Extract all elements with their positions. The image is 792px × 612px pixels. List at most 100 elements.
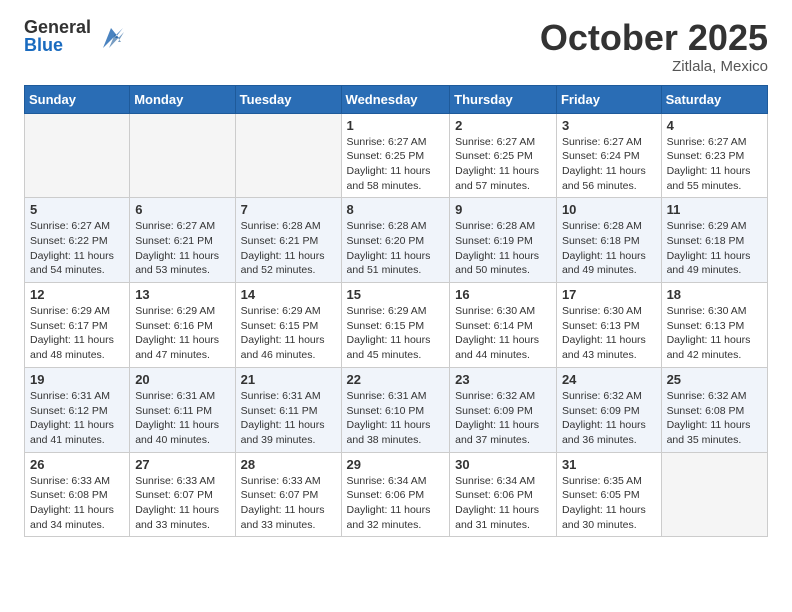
day-cell: 24Sunrise: 6:32 AM Sunset: 6:09 PM Dayli… xyxy=(556,367,661,452)
day-number: 11 xyxy=(667,202,762,217)
day-number: 21 xyxy=(241,372,336,387)
day-info: Sunrise: 6:32 AM Sunset: 6:09 PM Dayligh… xyxy=(455,389,551,448)
header: General Blue October 2025 Zitlala, Mexic… xyxy=(24,18,768,75)
day-cell: 18 Sunrise: 6:30 AM Sunset: 6:13 PM Dayli… xyxy=(661,283,767,368)
day-number: 5 xyxy=(30,202,124,217)
location: Zitlala, Mexico xyxy=(540,58,768,75)
day-number: 16 xyxy=(455,287,551,302)
calendar: SundayMondayTuesdayWednesdayThursdayFrid… xyxy=(24,85,768,538)
day-number: 12 xyxy=(30,287,124,302)
day-cell: 12Sunrise: 6:29 AM Sunset: 6:17 PM Dayli… xyxy=(25,283,130,368)
day-cell: 6Sunrise: 6:27 AM Sunset: 6:21 PM Daylig… xyxy=(130,198,235,283)
day-cell xyxy=(661,452,767,537)
logo-icon xyxy=(95,20,127,52)
day-cell: 15 Sunrise: 6:29 AM Sunset: 6:15 PM Dayli… xyxy=(341,283,450,368)
day-info: Sunrise: 6:29 AM Sunset: 6:16 PM Dayligh… xyxy=(135,304,229,363)
day-number: 29 xyxy=(347,457,445,472)
day-info: Sunrise: 6:29 AM Sunset: 6:18 PM Dayligh… xyxy=(667,219,762,278)
header-row: SundayMondayTuesdayWednesdayThursdayFrid… xyxy=(25,85,768,113)
week-row-4: 26 Sunrise: 6:33 AM Sunset: 6:08 PM Dayli… xyxy=(25,452,768,537)
day-cell: 19 Sunrise: 6:31 AM Sunset: 6:12 PM Dayli… xyxy=(25,367,130,452)
day-cell: 26 Sunrise: 6:33 AM Sunset: 6:08 PM Dayli… xyxy=(25,452,130,537)
day-number: 3 xyxy=(562,118,656,133)
logo: General Blue xyxy=(24,18,127,54)
day-cell xyxy=(130,113,235,198)
day-info: Sunrise: 6:30 AM Sunset: 6:13 PM Dayligh… xyxy=(562,304,656,363)
logo-text: General Blue xyxy=(24,18,91,54)
week-row-0: 1Sunrise: 6:27 AM Sunset: 6:25 PM Daylig… xyxy=(25,113,768,198)
day-info: Sunrise: 6:33 AM Sunset: 6:07 PM Dayligh… xyxy=(135,474,229,533)
day-info: Sunrise: 6:29 AM Sunset: 6:15 PM Dayligh… xyxy=(347,304,445,363)
day-header-saturday: Saturday xyxy=(661,85,767,113)
day-number: 17 xyxy=(562,287,656,302)
day-info: Sunrise: 6:27 AM Sunset: 6:22 PM Dayligh… xyxy=(30,219,124,278)
day-number: 26 xyxy=(30,457,124,472)
day-info: Sunrise: 6:33 AM Sunset: 6:08 PM Dayligh… xyxy=(30,474,124,533)
day-cell: 27 Sunrise: 6:33 AM Sunset: 6:07 PM Dayli… xyxy=(130,452,235,537)
day-cell: 9 Sunrise: 6:28 AM Sunset: 6:19 PM Daylig… xyxy=(450,198,557,283)
day-cell xyxy=(25,113,130,198)
week-row-2: 12Sunrise: 6:29 AM Sunset: 6:17 PM Dayli… xyxy=(25,283,768,368)
day-info: Sunrise: 6:35 AM Sunset: 6:05 PM Dayligh… xyxy=(562,474,656,533)
day-cell: 5 Sunrise: 6:27 AM Sunset: 6:22 PM Daylig… xyxy=(25,198,130,283)
day-cell: 13Sunrise: 6:29 AM Sunset: 6:16 PM Dayli… xyxy=(130,283,235,368)
page: General Blue October 2025 Zitlala, Mexic… xyxy=(0,0,792,612)
day-number: 18 xyxy=(667,287,762,302)
day-info: Sunrise: 6:31 AM Sunset: 6:10 PM Dayligh… xyxy=(347,389,445,448)
day-number: 27 xyxy=(135,457,229,472)
day-info: Sunrise: 6:32 AM Sunset: 6:09 PM Dayligh… xyxy=(562,389,656,448)
day-cell: 31 Sunrise: 6:35 AM Sunset: 6:05 PM Dayli… xyxy=(556,452,661,537)
day-cell: 25Sunrise: 6:32 AM Sunset: 6:08 PM Dayli… xyxy=(661,367,767,452)
day-number: 10 xyxy=(562,202,656,217)
day-info: Sunrise: 6:28 AM Sunset: 6:19 PM Dayligh… xyxy=(455,219,551,278)
day-info: Sunrise: 6:27 AM Sunset: 6:23 PM Dayligh… xyxy=(667,135,762,194)
day-info: Sunrise: 6:31 AM Sunset: 6:12 PM Dayligh… xyxy=(30,389,124,448)
day-header-sunday: Sunday xyxy=(25,85,130,113)
week-row-1: 5 Sunrise: 6:27 AM Sunset: 6:22 PM Daylig… xyxy=(25,198,768,283)
day-cell: 21Sunrise: 6:31 AM Sunset: 6:11 PM Dayli… xyxy=(235,367,341,452)
day-number: 8 xyxy=(347,202,445,217)
day-info: Sunrise: 6:28 AM Sunset: 6:20 PM Dayligh… xyxy=(347,219,445,278)
day-number: 9 xyxy=(455,202,551,217)
day-number: 23 xyxy=(455,372,551,387)
day-number: 22 xyxy=(347,372,445,387)
day-number: 15 xyxy=(347,287,445,302)
day-info: Sunrise: 6:28 AM Sunset: 6:18 PM Dayligh… xyxy=(562,219,656,278)
day-cell: 20Sunrise: 6:31 AM Sunset: 6:11 PM Dayli… xyxy=(130,367,235,452)
day-cell: 8 Sunrise: 6:28 AM Sunset: 6:20 PM Daylig… xyxy=(341,198,450,283)
day-cell: 29 Sunrise: 6:34 AM Sunset: 6:06 PM Dayli… xyxy=(341,452,450,537)
day-cell: 16 Sunrise: 6:30 AM Sunset: 6:14 PM Dayli… xyxy=(450,283,557,368)
day-info: Sunrise: 6:34 AM Sunset: 6:06 PM Dayligh… xyxy=(347,474,445,533)
day-number: 2 xyxy=(455,118,551,133)
day-number: 20 xyxy=(135,372,229,387)
day-cell: 30 Sunrise: 6:34 AM Sunset: 6:06 PM Dayli… xyxy=(450,452,557,537)
day-cell: 7 Sunrise: 6:28 AM Sunset: 6:21 PM Daylig… xyxy=(235,198,341,283)
day-cell: 2Sunrise: 6:27 AM Sunset: 6:25 PM Daylig… xyxy=(450,113,557,198)
day-header-friday: Friday xyxy=(556,85,661,113)
day-cell: 4Sunrise: 6:27 AM Sunset: 6:23 PM Daylig… xyxy=(661,113,767,198)
day-number: 31 xyxy=(562,457,656,472)
day-number: 25 xyxy=(667,372,762,387)
day-cell: 1Sunrise: 6:27 AM Sunset: 6:25 PM Daylig… xyxy=(341,113,450,198)
day-cell: 17 Sunrise: 6:30 AM Sunset: 6:13 PM Dayli… xyxy=(556,283,661,368)
day-cell xyxy=(235,113,341,198)
logo-blue: Blue xyxy=(24,36,91,54)
day-info: Sunrise: 6:34 AM Sunset: 6:06 PM Dayligh… xyxy=(455,474,551,533)
day-info: Sunrise: 6:29 AM Sunset: 6:15 PM Dayligh… xyxy=(241,304,336,363)
day-header-thursday: Thursday xyxy=(450,85,557,113)
logo-general: General xyxy=(24,18,91,36)
day-number: 19 xyxy=(30,372,124,387)
day-info: Sunrise: 6:30 AM Sunset: 6:14 PM Dayligh… xyxy=(455,304,551,363)
day-info: Sunrise: 6:28 AM Sunset: 6:21 PM Dayligh… xyxy=(241,219,336,278)
day-info: Sunrise: 6:27 AM Sunset: 6:24 PM Dayligh… xyxy=(562,135,656,194)
day-header-wednesday: Wednesday xyxy=(341,85,450,113)
day-cell: 10 Sunrise: 6:28 AM Sunset: 6:18 PM Dayli… xyxy=(556,198,661,283)
day-cell: 14Sunrise: 6:29 AM Sunset: 6:15 PM Dayli… xyxy=(235,283,341,368)
day-number: 7 xyxy=(241,202,336,217)
day-info: Sunrise: 6:30 AM Sunset: 6:13 PM Dayligh… xyxy=(667,304,762,363)
day-number: 28 xyxy=(241,457,336,472)
day-number: 30 xyxy=(455,457,551,472)
day-info: Sunrise: 6:27 AM Sunset: 6:25 PM Dayligh… xyxy=(347,135,445,194)
day-cell: 22 Sunrise: 6:31 AM Sunset: 6:10 PM Dayli… xyxy=(341,367,450,452)
day-header-monday: Monday xyxy=(130,85,235,113)
